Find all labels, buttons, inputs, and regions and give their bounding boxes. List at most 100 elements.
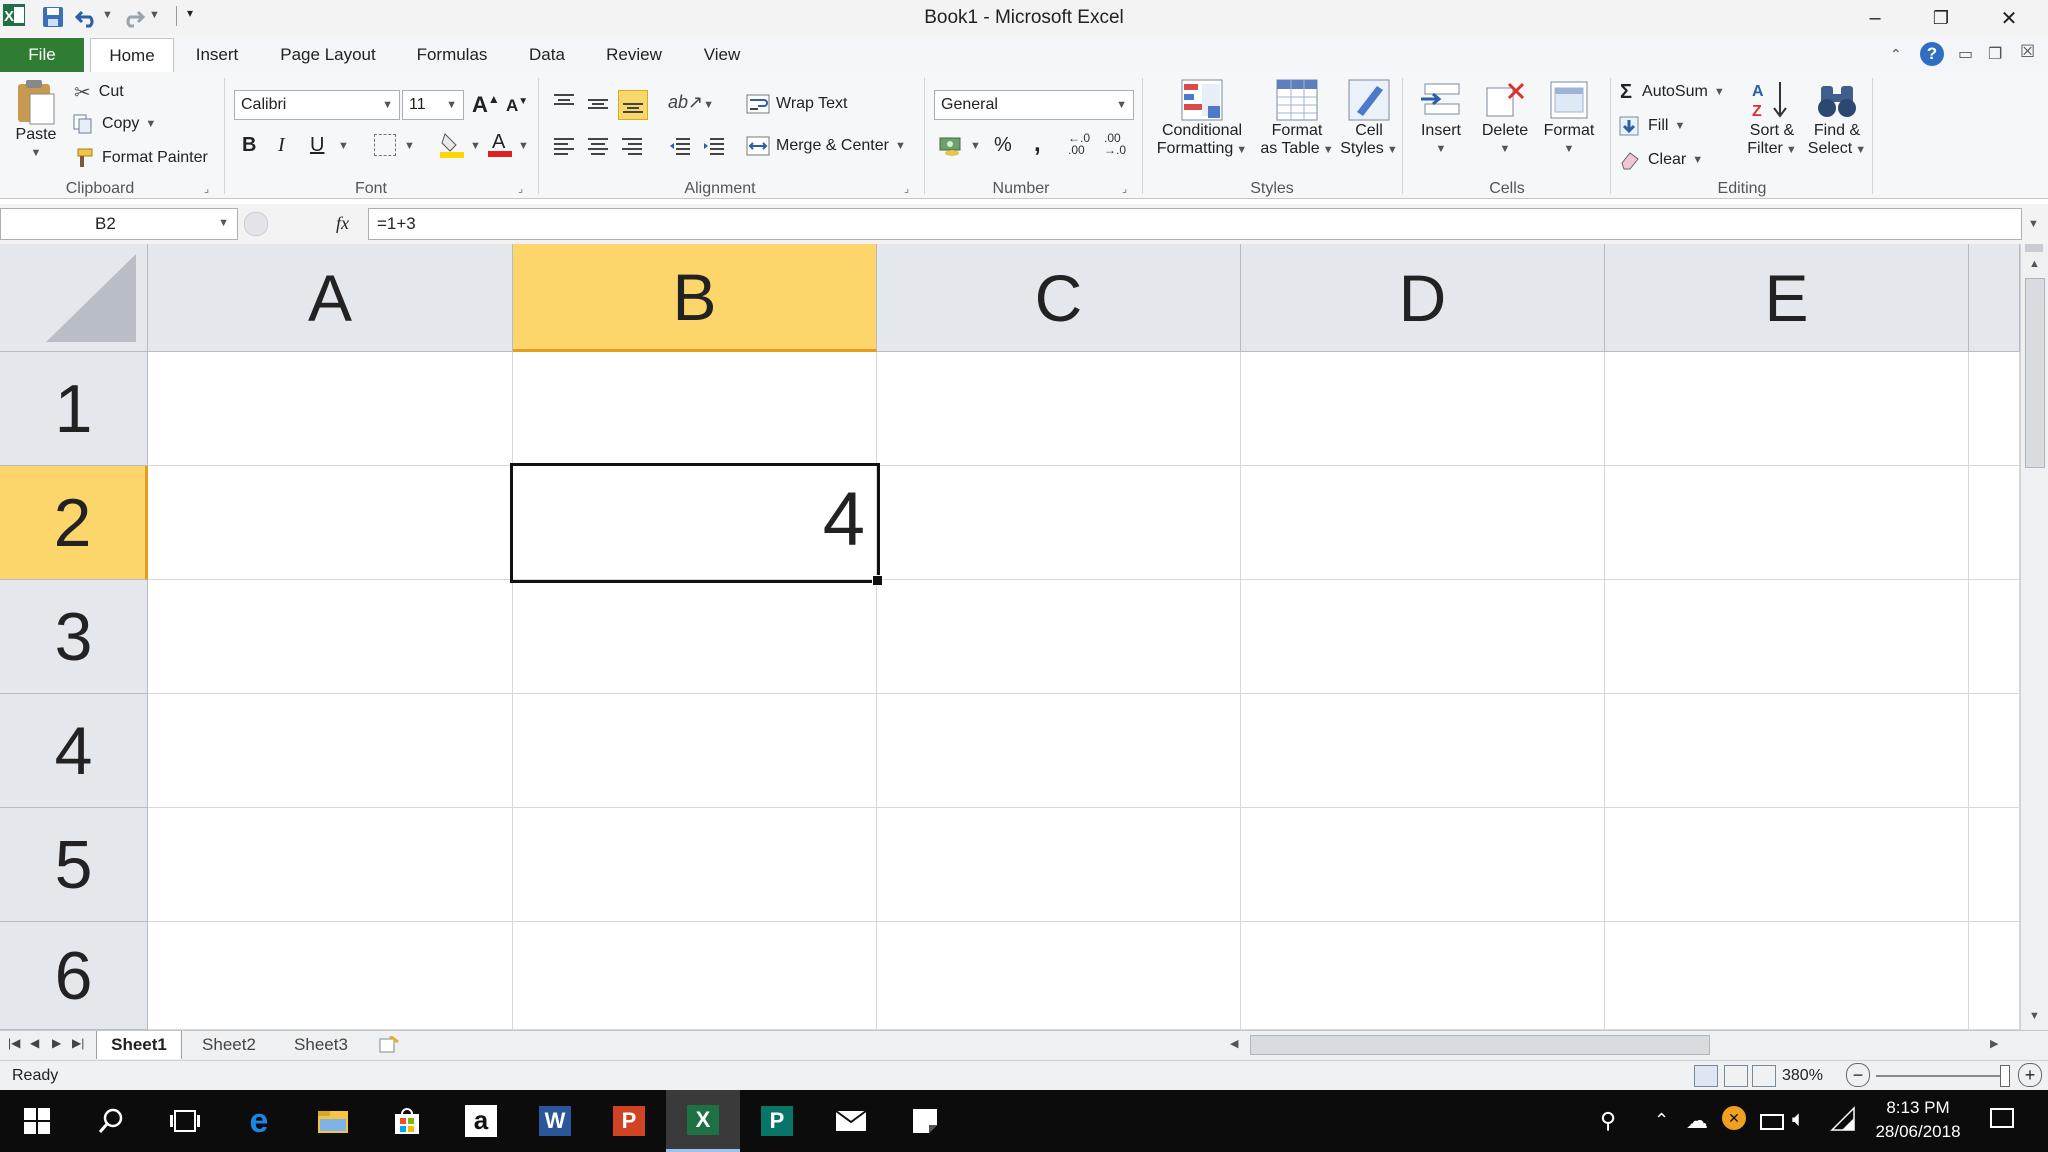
shrink-font-icon[interactable]: A▼ xyxy=(506,96,528,116)
clock[interactable]: 8:13 PM 28/06/2018 xyxy=(1868,1096,1968,1144)
publisher-icon[interactable]: P xyxy=(740,1090,814,1152)
cloud-icon[interactable]: ☁ xyxy=(1686,1108,1708,1134)
row-header-1[interactable]: 1 xyxy=(0,352,148,466)
zoom-in-icon[interactable]: + xyxy=(2018,1063,2042,1087)
italic-button[interactable]: I xyxy=(278,134,285,157)
grid-cell[interactable] xyxy=(1605,694,1969,808)
number-format-box[interactable]: General ▼ xyxy=(934,90,1134,120)
fill-handle[interactable] xyxy=(872,575,883,586)
tab-home[interactable]: Home xyxy=(90,38,174,74)
grid-cell[interactable] xyxy=(1241,580,1605,694)
tab-insert[interactable]: Insert xyxy=(186,38,248,72)
show-hidden-icons[interactable]: ⌃ xyxy=(1654,1110,1669,1131)
decrease-decimal-icon[interactable]: .00 →.0 xyxy=(1104,132,1126,156)
formula-bar-grip[interactable] xyxy=(244,212,268,236)
page-layout-view-icon[interactable] xyxy=(1724,1065,1748,1087)
column-header-a[interactable]: A xyxy=(148,244,513,352)
grid-cell[interactable] xyxy=(148,694,513,808)
task-view-icon[interactable] xyxy=(148,1090,222,1152)
borders-icon[interactable] xyxy=(374,134,396,156)
grid-cell[interactable] xyxy=(513,352,877,466)
normal-view-icon[interactable] xyxy=(1694,1065,1718,1087)
paste-button[interactable]: Paste ▼ xyxy=(8,78,64,168)
row-header-2[interactable]: 2 xyxy=(0,466,148,580)
grid-cell[interactable] xyxy=(513,580,877,694)
column-header-d[interactable]: D xyxy=(1241,244,1605,352)
align-center-icon[interactable] xyxy=(586,134,610,158)
grid-cell[interactable] xyxy=(1241,466,1605,580)
last-sheet-icon[interactable]: ▶| xyxy=(72,1036,84,1050)
grid-cell[interactable] xyxy=(148,580,513,694)
restore-button[interactable]: ❐ xyxy=(1918,0,1964,36)
grid-cell[interactable] xyxy=(1605,466,1969,580)
accounting-format-icon[interactable] xyxy=(938,132,964,158)
clear-button[interactable]: Clear ▼ xyxy=(1618,146,1703,174)
column-header-c[interactable]: C xyxy=(877,244,1241,352)
scroll-down-icon[interactable]: ▼ xyxy=(2029,1010,2040,1022)
close-button[interactable]: ✕ xyxy=(1986,0,2032,36)
grid-cell[interactable] xyxy=(1605,580,1969,694)
underline-button[interactable]: U xyxy=(310,134,324,157)
amazon-icon[interactable]: a xyxy=(444,1090,518,1152)
grid-cell[interactable] xyxy=(1969,580,2020,694)
insert-function-button[interactable]: fx xyxy=(336,213,349,234)
sticky-notes-icon[interactable] xyxy=(888,1090,962,1152)
borders-dropdown-icon[interactable]: ▼ xyxy=(404,140,415,152)
font-color-icon[interactable]: A xyxy=(488,128,512,158)
sheet-tab-1[interactable]: Sheet1 xyxy=(96,1031,182,1059)
grid-cell[interactable] xyxy=(877,808,1241,922)
grow-font-icon[interactable]: A▲ xyxy=(472,92,500,118)
battery-icon[interactable] xyxy=(1760,1114,1784,1130)
middle-align-icon[interactable] xyxy=(586,92,610,116)
split-handle[interactable] xyxy=(2025,244,2043,252)
top-align-icon[interactable] xyxy=(552,92,576,116)
people-icon[interactable]: ⚲ xyxy=(1600,1108,1616,1134)
grid-cell[interactable] xyxy=(1969,694,2020,808)
grid-cell[interactable] xyxy=(148,352,513,466)
bottom-align-icon[interactable] xyxy=(618,90,648,120)
autosum-button[interactable]: Σ AutoSum ▼ xyxy=(1620,78,1725,106)
grid-cell[interactable] xyxy=(877,922,1241,1030)
next-sheet-icon[interactable]: ▶ xyxy=(52,1036,61,1050)
cut-button[interactable]: ✂ Cut xyxy=(74,78,124,106)
scroll-up-icon[interactable]: ▲ xyxy=(2029,258,2040,270)
merge-center-button[interactable]: Merge & Center ▼ xyxy=(746,132,906,160)
insert-worksheet-icon[interactable] xyxy=(378,1034,400,1054)
prev-sheet-icon[interactable]: ◀ xyxy=(30,1036,39,1050)
row-header-5[interactable]: 5 xyxy=(0,808,148,922)
align-right-icon[interactable] xyxy=(620,134,644,158)
grid-cell[interactable] xyxy=(513,922,877,1030)
bold-button[interactable]: B xyxy=(242,134,256,157)
row-header-3[interactable]: 3 xyxy=(0,580,148,694)
cell-grid[interactable] xyxy=(148,352,2020,1030)
horizontal-scrollbar[interactable]: ◀ ▶ xyxy=(1216,1033,2010,1057)
grid-cell[interactable] xyxy=(1241,808,1605,922)
tab-data[interactable]: Data xyxy=(520,38,574,72)
tab-file[interactable]: File xyxy=(0,38,84,72)
number-launcher-icon[interactable]: ⌟ xyxy=(1122,182,1136,196)
zoom-slider[interactable] xyxy=(1876,1075,2008,1077)
page-break-view-icon[interactable] xyxy=(1752,1065,1776,1087)
grid-cell[interactable] xyxy=(148,808,513,922)
store-icon[interactable] xyxy=(370,1090,444,1152)
grid-cell[interactable] xyxy=(877,694,1241,808)
format-as-table-button[interactable]: Format as Table ▼ xyxy=(1254,78,1340,174)
font-color-dropdown-icon[interactable]: ▼ xyxy=(518,140,529,152)
row-header-4[interactable]: 4 xyxy=(0,694,148,808)
word-icon[interactable]: W xyxy=(518,1090,592,1152)
tab-review[interactable]: Review xyxy=(598,38,670,72)
insert-cells-button[interactable]: Insert ▼ xyxy=(1410,78,1472,174)
expand-formula-bar-icon[interactable]: ▼ xyxy=(2028,218,2039,230)
accounting-dropdown-icon[interactable]: ▼ xyxy=(970,140,981,152)
grid-cell[interactable] xyxy=(1605,352,1969,466)
orientation-icon[interactable]: ab↗▼ xyxy=(668,92,714,113)
powerpoint-icon[interactable]: P xyxy=(592,1090,666,1152)
increase-decimal-icon[interactable]: ←.0.00 xyxy=(1068,132,1090,156)
name-box-dropdown-icon[interactable]: ▼ xyxy=(218,217,229,229)
grid-cell[interactable] xyxy=(877,352,1241,466)
workbook-close-icon[interactable]: ☒ xyxy=(2020,42,2035,62)
column-header-f-partial[interactable] xyxy=(1969,244,2020,352)
conditional-formatting-button[interactable]: Conditional Formatting ▼ xyxy=(1150,78,1254,174)
copy-button[interactable]: Copy ▼ xyxy=(72,110,156,138)
sheet-tab-3[interactable]: Sheet3 xyxy=(276,1031,366,1059)
